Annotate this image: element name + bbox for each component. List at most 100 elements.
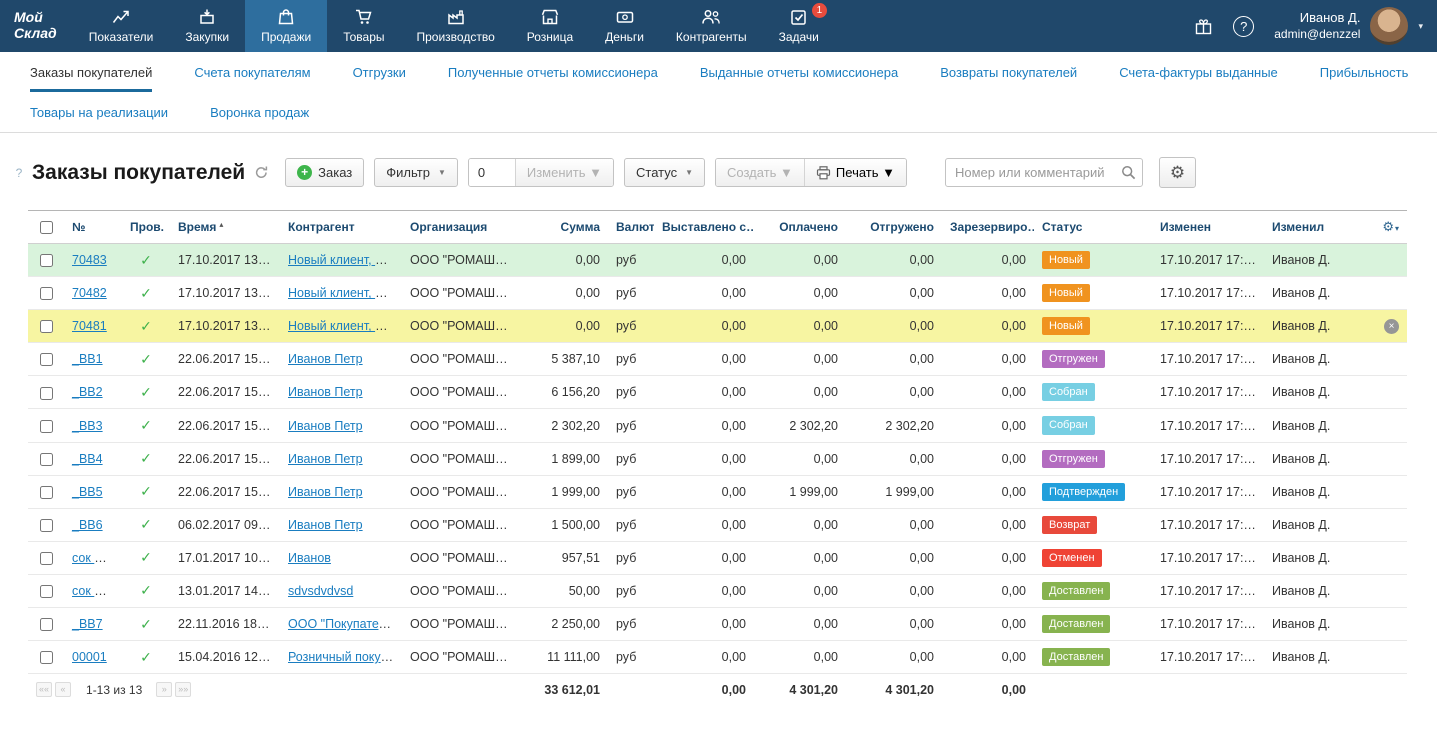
number-link[interactable]: _ВВ5 <box>72 485 103 499</box>
col-header-sum[interactable]: Сумма <box>518 211 608 244</box>
nav-item-chart[interactable]: Показатели <box>73 0 170 52</box>
contractor-link[interactable]: sdvsdvdvsd <box>288 584 353 598</box>
col-header-changed[interactable]: Изменен <box>1152 211 1264 244</box>
next-page-button[interactable]: » <box>156 682 172 697</box>
col-header-time[interactable]: Время▴ <box>170 211 280 244</box>
table-row[interactable]: _ВВ1✓22.06.2017 15:38Иванов ПетрООО "РОМ… <box>28 343 1407 376</box>
table-row[interactable]: 00001✓15.04.2016 12:05Розничный покупате… <box>28 641 1407 674</box>
contractor-link[interactable]: Иванов Петр <box>288 419 363 433</box>
row-checkbox[interactable] <box>40 585 53 598</box>
col-header-shipped[interactable]: Отгружено <box>846 211 942 244</box>
table-row[interactable]: _ВВ7✓22.11.2016 18:17ООО "Покупатель"ООО… <box>28 608 1407 641</box>
table-row[interactable]: _ВВ2✓22.06.2017 15:38Иванов ПетрООО "РОМ… <box>28 376 1407 409</box>
number-link[interactable]: _ВВ4 <box>72 452 103 466</box>
row-checkbox[interactable] <box>40 552 53 565</box>
help-icon[interactable]: ? <box>1233 16 1254 37</box>
table-row[interactable]: _ВВ4✓22.06.2017 15:38Иванов ПетрООО "РОМ… <box>28 442 1407 475</box>
contractor-link[interactable]: Иванов Петр <box>288 518 363 532</box>
contractor-link[interactable]: Новый клиент, источ… <box>288 319 402 333</box>
number-link[interactable]: 70483 <box>72 253 107 267</box>
contractor-link[interactable]: ООО "Покупатель" <box>288 617 397 631</box>
first-page-button[interactable]: «« <box>36 682 52 697</box>
create-button[interactable]: Создать ▼ <box>716 159 804 186</box>
contractor-link[interactable]: Иванов <box>288 551 331 565</box>
tab-row1-4[interactable]: Выданные отчеты комиссионера <box>700 52 898 92</box>
col-header-currency[interactable]: Валюта <box>608 211 654 244</box>
row-checkbox[interactable] <box>40 387 53 400</box>
contractor-link[interactable]: Новый клиент, источ… <box>288 286 402 300</box>
contractor-link[interactable]: Иванов Петр <box>288 485 363 499</box>
print-button[interactable]: Печать ▼ <box>804 159 906 186</box>
col-header-number[interactable]: № <box>64 211 122 244</box>
table-row[interactable]: 70481✓17.10.2017 13:21Новый клиент, исто… <box>28 310 1407 343</box>
page-help-icon[interactable]: ? <box>10 166 28 180</box>
col-settings-button[interactable]: ⚙▾ <box>1365 211 1407 244</box>
row-checkbox[interactable] <box>40 353 53 366</box>
prev-page-button[interactable]: « <box>55 682 71 697</box>
tab-row2-1[interactable]: Воронка продаж <box>210 92 309 132</box>
nav-item-production[interactable]: Производство <box>401 0 511 52</box>
contractor-link[interactable]: Новый клиент, источ… <box>288 253 402 267</box>
selected-count-input[interactable] <box>469 159 515 186</box>
table-row[interactable]: сок добр…✓13.01.2017 14:03sdvsdvdvsdООО … <box>28 574 1407 607</box>
table-row[interactable]: _ВВ6✓06.02.2017 09:43Иванов ПетрООО "РОМ… <box>28 508 1407 541</box>
nav-item-sales[interactable]: Продажи <box>245 0 327 52</box>
nav-item-contractors[interactable]: Контрагенты <box>660 0 763 52</box>
search-icon[interactable] <box>1121 165 1136 180</box>
table-row[interactable]: 70482✓17.10.2017 13:21Новый клиент, исто… <box>28 277 1407 310</box>
number-link[interactable]: _ВВ2 <box>72 385 103 399</box>
row-checkbox[interactable] <box>40 651 53 664</box>
tab-row1-5[interactable]: Возвраты покупателей <box>940 52 1077 92</box>
row-checkbox[interactable] <box>40 287 53 300</box>
gift-icon[interactable] <box>1194 17 1213 36</box>
number-link[interactable]: _ВВ6 <box>72 518 103 532</box>
row-checkbox[interactable] <box>40 320 53 333</box>
col-header-org[interactable]: Организация <box>402 211 518 244</box>
tab-row2-0[interactable]: Товары на реализации <box>30 92 168 132</box>
col-header-contractor[interactable]: Контрагент <box>280 211 402 244</box>
row-checkbox[interactable] <box>40 618 53 631</box>
settings-gear-button[interactable]: ⚙ <box>1159 157 1196 188</box>
table-row[interactable]: _ВВ3✓22.06.2017 15:38Иванов ПетрООО "РОМ… <box>28 409 1407 442</box>
table-row[interactable]: _ВВ5✓22.06.2017 15:38Иванов ПетрООО "РОМ… <box>28 475 1407 508</box>
col-header-approved[interactable]: Пров. <box>122 211 170 244</box>
refresh-icon[interactable] <box>254 165 269 180</box>
edit-button[interactable]: Изменить ▼ <box>515 159 613 186</box>
last-page-button[interactable]: »» <box>175 682 191 697</box>
tab-row1-2[interactable]: Отгрузки <box>353 52 406 92</box>
row-checkbox[interactable] <box>40 486 53 499</box>
number-link[interactable]: сок добр… <box>72 584 122 598</box>
nav-item-retail[interactable]: Розница <box>511 0 589 52</box>
tab-row1-0[interactable]: Заказы покупателей <box>30 52 152 92</box>
nav-item-goods[interactable]: Товары <box>327 0 400 52</box>
tab-row1-3[interactable]: Полученные отчеты комиссионера <box>448 52 658 92</box>
nav-item-money[interactable]: Деньги <box>589 0 660 52</box>
nav-item-purchases[interactable]: Закупки <box>169 0 245 52</box>
row-checkbox[interactable] <box>40 453 53 466</box>
col-header-paid[interactable]: Оплачено <box>754 211 846 244</box>
number-link[interactable]: _ВВ7 <box>72 617 103 631</box>
filter-button[interactable]: Фильтр ▼ <box>374 158 458 187</box>
contractor-link[interactable]: Иванов Петр <box>288 452 363 466</box>
col-header-invoiced[interactable]: Выставлено с… <box>654 211 754 244</box>
row-checkbox[interactable] <box>40 420 53 433</box>
number-link[interactable]: сок добр… <box>72 551 122 565</box>
search-input[interactable] <box>945 158 1143 187</box>
number-link[interactable]: _ВВ3 <box>72 419 103 433</box>
tab-row1-7[interactable]: Прибыльность <box>1320 52 1409 92</box>
number-link[interactable]: 00001 <box>72 650 107 664</box>
new-order-button[interactable]: + Заказ <box>285 158 364 187</box>
tab-row1-6[interactable]: Счета-фактуры выданные <box>1119 52 1278 92</box>
contractor-link[interactable]: Иванов Петр <box>288 352 363 366</box>
status-button[interactable]: Статус ▼ <box>624 158 705 187</box>
app-logo[interactable]: Мой Склад <box>0 0 69 52</box>
col-header-status[interactable]: Статус <box>1034 211 1152 244</box>
number-link[interactable]: 70481 <box>72 319 107 333</box>
col-header-reserved[interactable]: Зарезервиро… <box>942 211 1034 244</box>
contractor-link[interactable]: Розничный покупате… <box>288 650 402 664</box>
user-menu[interactable]: Иванов Д. admin@denzzel ▾ <box>1274 7 1423 45</box>
table-row[interactable]: сок добр…✓17.01.2017 10:47ИвановООО "РОМ… <box>28 541 1407 574</box>
number-link[interactable]: _ВВ1 <box>72 352 103 366</box>
number-link[interactable]: 70482 <box>72 286 107 300</box>
table-row[interactable]: 70483✓17.10.2017 13:22Новый клиент, исто… <box>28 244 1407 277</box>
